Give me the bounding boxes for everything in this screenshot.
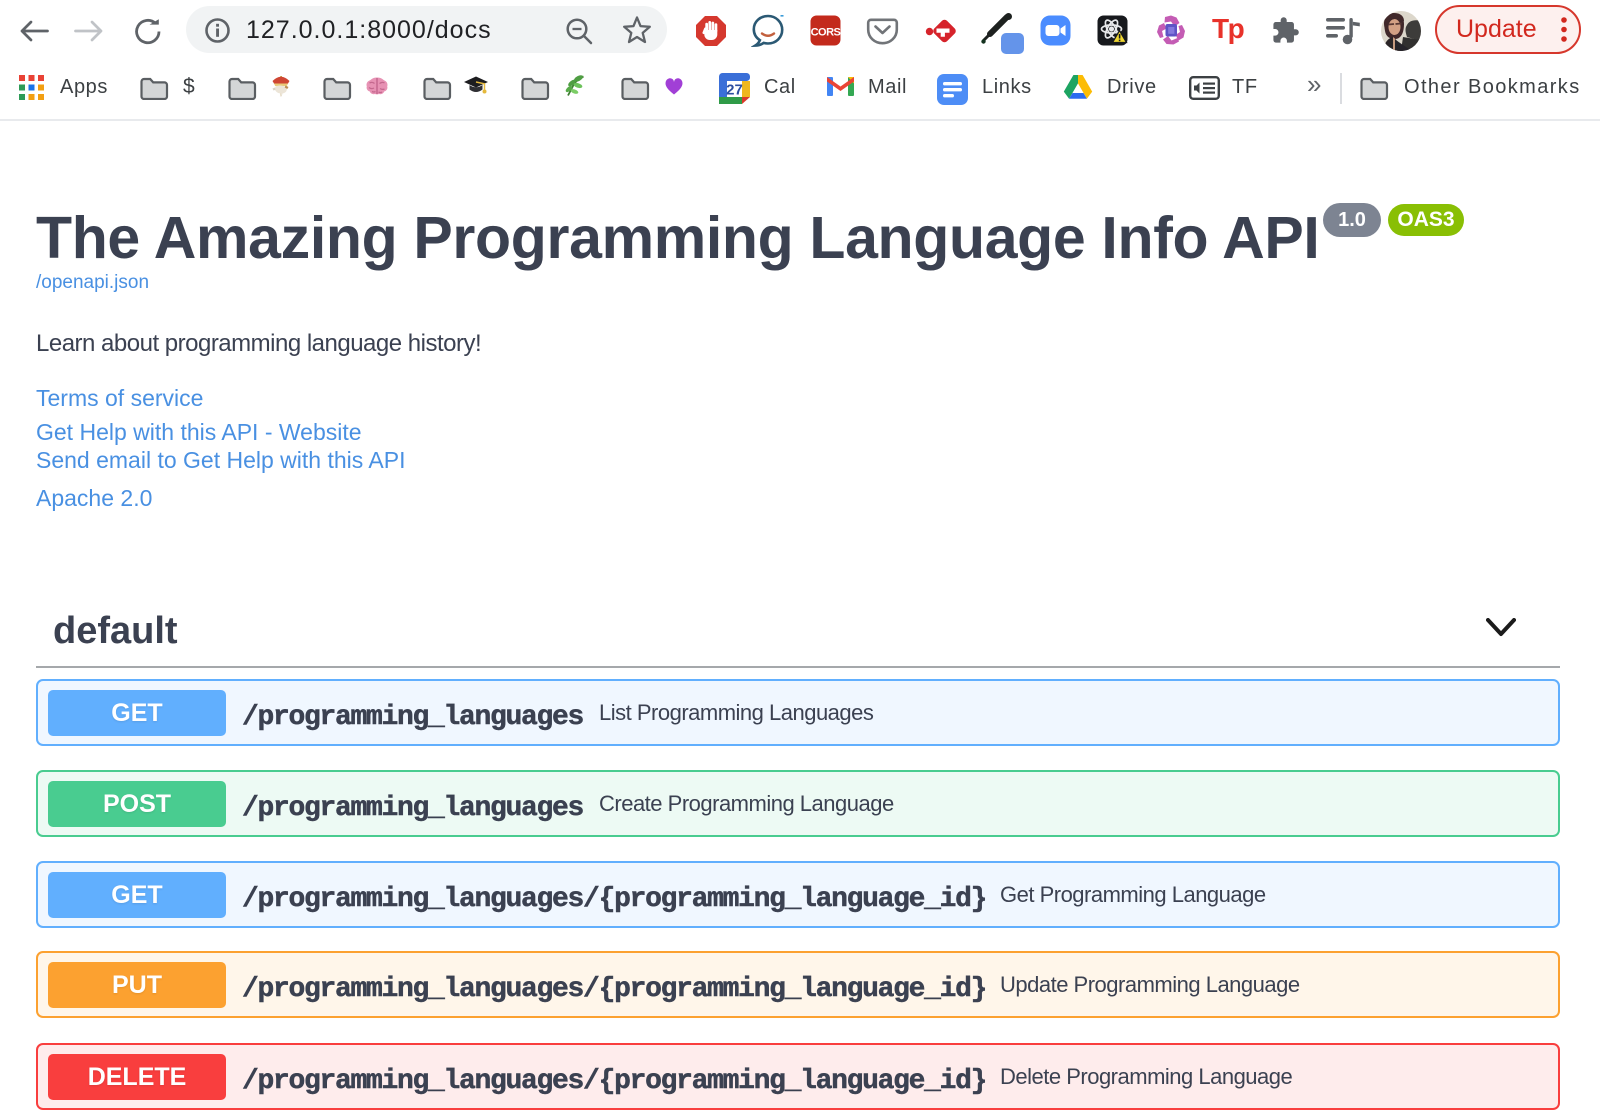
svg-text:27: 27	[726, 82, 743, 99]
svg-text:CORS: CORS	[811, 27, 841, 39]
